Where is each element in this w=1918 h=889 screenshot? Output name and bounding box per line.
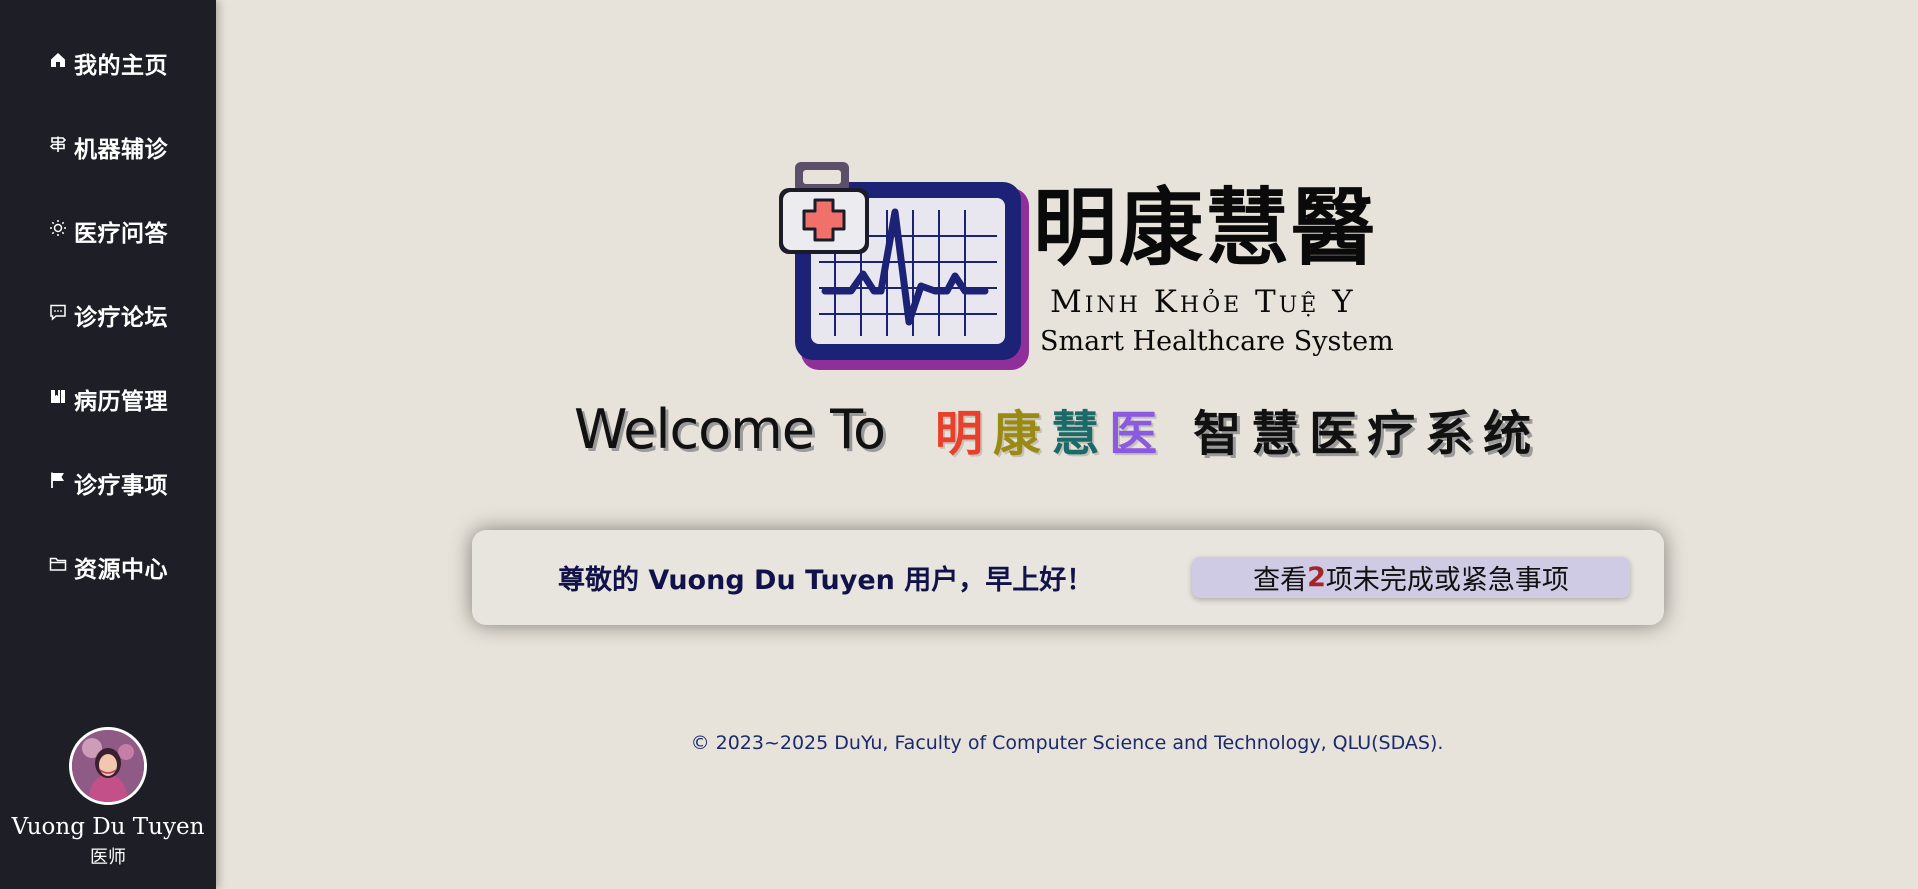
todo-prefix: 查看 — [1253, 565, 1308, 596]
sidebar-item-label: 我的主页 — [74, 53, 168, 79]
chat-bubble-icon — [48, 302, 68, 322]
sun-icon — [48, 218, 68, 238]
sidebar-item-medical-qa[interactable]: 医疗问答 — [0, 213, 216, 249]
profile-name: Vuong Du Tuyen — [11, 814, 205, 840]
sidebar-item-matters[interactable]: 诊疗事项 — [0, 465, 216, 501]
logo-title-vi: Minh Khỏe Tuệ Y — [1050, 284, 1356, 320]
greeting-text: 尊敬的 Vuong Du Tuyen 用户，早上好！ — [558, 565, 1094, 596]
home-icon — [48, 50, 68, 70]
records-icon — [48, 386, 68, 406]
welcome-suffix: 智慧医疗系统 — [1193, 406, 1542, 462]
logo-title-en: Smart Healthcare System — [1040, 326, 1394, 357]
signpost-icon — [48, 134, 68, 154]
welcome-heading: Welcome To 明康慧医 智慧医疗系统 — [574, 394, 1541, 464]
app-root: 我的主页 机器辅诊 医疗问答 诊疗论坛 病历管理 诊疗事项 资源中心 Vuong… — [0, 0, 1918, 889]
sidebar: 我的主页 机器辅诊 医疗问答 诊疗论坛 病历管理 诊疗事项 资源中心 Vuong… — [0, 0, 216, 889]
logo-title-zh: 明康慧醫 — [1033, 178, 1378, 277]
main-content: 明康慧醫 Minh Khỏe Tuệ Y Smart Healthcare Sy… — [216, 0, 1918, 889]
sidebar-item-forum[interactable]: 诊疗论坛 — [0, 297, 216, 333]
sidebar-item-home[interactable]: 我的主页 — [0, 45, 216, 81]
user-profile[interactable]: Vuong Du Tuyen 医师 — [0, 727, 216, 869]
sidebar-item-label: 医疗问答 — [74, 221, 168, 247]
sidebar-item-label: 资源中心 — [74, 557, 168, 583]
sidebar-item-resources[interactable]: 资源中心 — [0, 549, 216, 585]
flag-icon — [48, 470, 68, 490]
avatar[interactable] — [69, 727, 147, 805]
todo-count: 2 — [1307, 562, 1326, 593]
medical-monitor-icon — [779, 162, 1029, 370]
welcome-brand-char: 康 — [993, 406, 1042, 462]
sidebar-item-label: 诊疗事项 — [74, 473, 168, 499]
welcome-brand: 明康慧医 — [935, 394, 1167, 464]
welcome-brand-char: 慧 — [1051, 406, 1100, 462]
folder-icon — [48, 554, 68, 574]
sidebar-item-records[interactable]: 病历管理 — [0, 381, 216, 417]
greeting-card: 尊敬的 Vuong Du Tuyen 用户，早上好！ 查看 2 项未完成或紧急事项 — [472, 530, 1664, 625]
sidebar-item-machine-diagnosis[interactable]: 机器辅诊 — [0, 129, 216, 165]
profile-role: 医师 — [90, 847, 126, 868]
footer-copyright: © 2023~2025 DuYu, Faculty of Computer Sc… — [690, 732, 1444, 754]
sidebar-item-label: 病历管理 — [74, 389, 168, 415]
sidebar-nav: 我的主页 机器辅诊 医疗问答 诊疗论坛 病历管理 诊疗事项 资源中心 — [0, 45, 216, 633]
welcome-prefix: Welcome To — [574, 397, 886, 461]
welcome-brand-char: 医 — [1109, 406, 1158, 462]
view-pending-matters-button[interactable]: 查看 2 项未完成或紧急事项 — [1192, 557, 1630, 598]
welcome-brand-char: 明 — [935, 406, 984, 462]
todo-suffix: 项未完成或紧急事项 — [1325, 565, 1569, 596]
sidebar-item-label: 机器辅诊 — [74, 137, 168, 163]
sidebar-item-label: 诊疗论坛 — [74, 305, 168, 331]
